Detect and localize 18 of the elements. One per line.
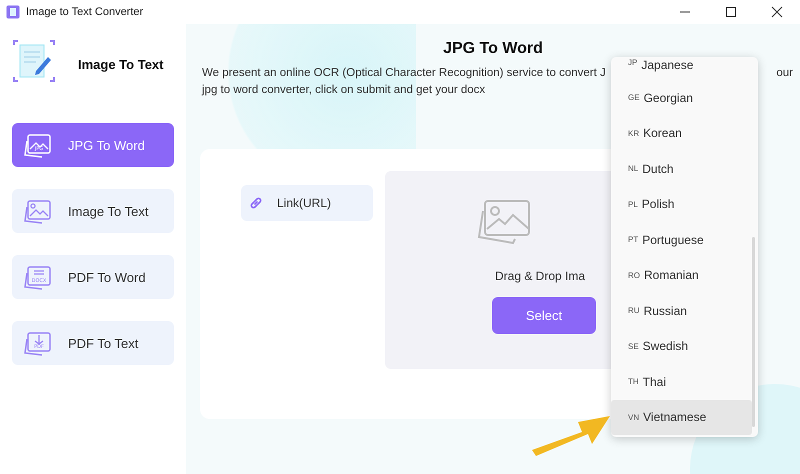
language-option[interactable]: VN Vietnamese (611, 400, 752, 435)
language-option[interactable]: KR Korean (611, 116, 752, 151)
document-pen-icon (12, 39, 56, 83)
description-text: jpg to word converter, click on submit and get your docx (202, 84, 486, 96)
sidebar-item[interactable]: Image To Text (12, 189, 174, 233)
language-option[interactable]: JP Japanese (611, 57, 752, 80)
app-icon (6, 5, 20, 19)
link-icon (249, 196, 263, 210)
description-text: our (776, 66, 793, 81)
app-name: Image To Text (78, 56, 164, 72)
description-text: We present an online OCR (Optical Character Recognition) service to convert J (202, 66, 606, 81)
link-url-button[interactable]: Link(URL) (241, 185, 373, 221)
language-option[interactable]: GE Georgian (611, 80, 752, 116)
page-title: JPG To Word (443, 40, 543, 58)
select-button[interactable]: Select (492, 297, 596, 334)
scrollbar[interactable] (752, 237, 755, 427)
window-title: Image to Text Converter (26, 6, 144, 18)
drag-drop-text: Drag & Drop Ima (495, 269, 586, 283)
